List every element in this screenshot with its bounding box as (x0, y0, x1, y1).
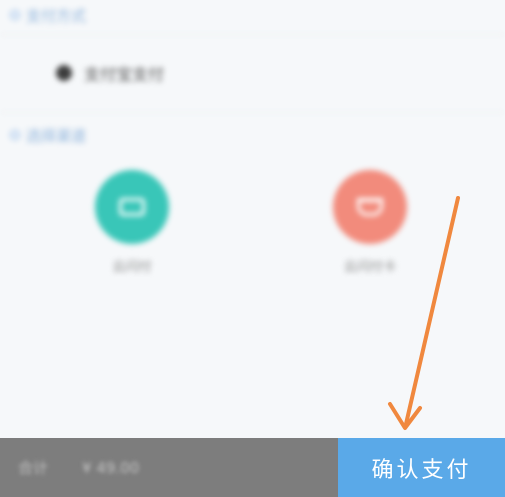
divider (0, 34, 505, 35)
channel-option-1[interactable]: 云闪付卡 (320, 170, 420, 275)
channel-label: 云闪付 (112, 260, 152, 275)
payment-screen: 支付方式 支付宝支付 选择渠道 云闪付 云闪付卡 合计 ¥ 49.00 确认支付 (0, 0, 505, 497)
total-amount: ¥ 49.00 (82, 458, 140, 477)
confirm-payment-button[interactable]: 确认支付 (338, 438, 505, 497)
radio-selected-icon[interactable] (56, 65, 72, 81)
wallet-icon (119, 198, 145, 216)
payment-option-label: 支付宝支付 (84, 65, 165, 84)
payment-options-panel: 支付方式 支付宝支付 选择渠道 云闪付 云闪付卡 (0, 0, 505, 440)
order-total-area: 合计 ¥ 49.00 (0, 438, 338, 497)
payment-option-row[interactable]: 支付宝支付 (56, 58, 164, 88)
payment-channel-header: 选择渠道 (10, 122, 490, 148)
channel-circle[interactable] (333, 170, 407, 244)
payment-method-title: 支付方式 (26, 6, 87, 25)
channel-label: 云闪付卡 (343, 260, 396, 275)
payment-method-header: 支付方式 (10, 2, 490, 28)
cup-icon (357, 198, 383, 216)
divider (0, 112, 505, 113)
section-circle-icon (10, 130, 20, 140)
section-circle-icon (10, 10, 20, 20)
checkout-bar: 合计 ¥ 49.00 确认支付 (0, 438, 505, 497)
payment-channel-title: 选择渠道 (26, 126, 87, 145)
channel-circle[interactable] (95, 170, 169, 244)
channel-option-0[interactable]: 云闪付 (82, 170, 182, 275)
total-label: 合计 (18, 459, 49, 477)
